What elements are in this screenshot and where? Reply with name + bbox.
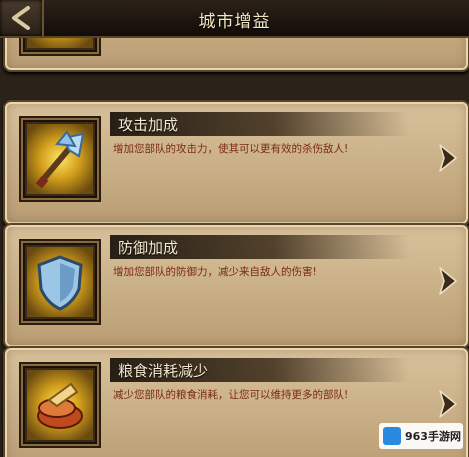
buff-description: 增加您部队的防御力，减少来自敌人的伤害! xyxy=(113,266,317,278)
page-title: 城市增益 xyxy=(198,12,271,32)
buff-card-partial xyxy=(3,38,469,72)
buff-name: 防御加成 xyxy=(118,239,179,257)
axe-icon xyxy=(27,124,93,194)
buff-list[interactable]: 攻击加成 增加您部队的攻击力，使其可以更有效的杀伤敌人! 防御加成 增加您部队的… xyxy=(0,38,469,457)
buff-description: 减少您部队的粮食消耗，让您可以维持更多的部队! xyxy=(113,389,349,401)
buff-icon xyxy=(27,38,93,48)
buff-card-defense[interactable]: 防御加成 增加您部队的防御力，减少来自敌人的伤害! xyxy=(3,223,469,349)
watermark-text: 963手游网 xyxy=(405,430,461,443)
shield-icon xyxy=(27,247,93,317)
buff-description: 增加您部队的攻击力，使其可以更有效的杀伤敌人! xyxy=(113,143,349,155)
buff-icon-frame xyxy=(19,116,101,202)
buff-card-attack[interactable]: 攻击加成 增加您部队的攻击力，使其可以更有效的杀伤敌人! xyxy=(3,100,469,226)
watermark-logo-icon xyxy=(383,427,401,445)
buff-name: 粮食消耗减少 xyxy=(118,362,209,380)
buff-icon-frame xyxy=(19,239,101,325)
chevron-right-icon[interactable] xyxy=(436,142,460,174)
food-icon xyxy=(27,370,93,440)
buff-name-bar: 粮食消耗减少 xyxy=(110,358,410,382)
buff-name-bar: 防御加成 xyxy=(110,235,410,259)
buff-name-bar: 攻击加成 xyxy=(110,112,410,136)
buff-icon-frame xyxy=(19,38,101,56)
buff-icon-frame xyxy=(19,362,101,448)
header-bar: 城市增益 xyxy=(0,0,469,38)
buff-name: 攻击加成 xyxy=(118,116,179,134)
chevron-right-icon[interactable] xyxy=(436,388,460,420)
watermark: 963手游网 xyxy=(379,423,463,449)
chevron-right-icon[interactable] xyxy=(436,265,460,297)
